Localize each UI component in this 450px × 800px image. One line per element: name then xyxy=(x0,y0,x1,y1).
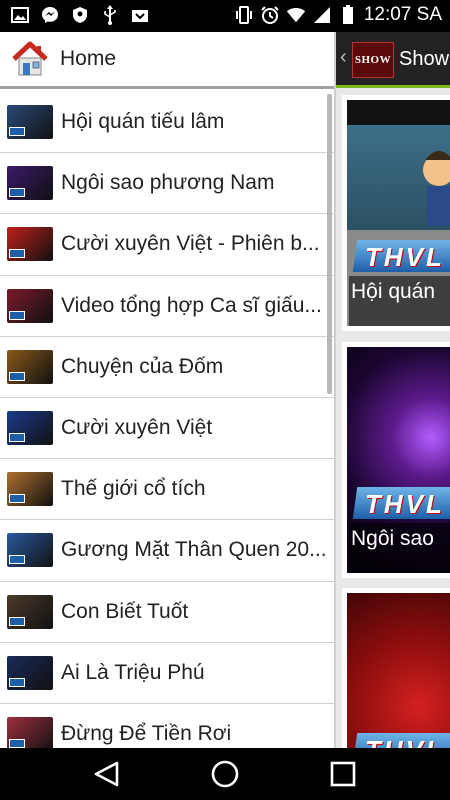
home-icon xyxy=(10,39,50,79)
show-thumbnail xyxy=(7,716,53,748)
drawer-item-home[interactable]: Home xyxy=(0,32,334,89)
drawer-list-item[interactable]: Ngôi sao phương Nam xyxy=(0,153,334,215)
back-triangle-icon xyxy=(94,761,119,787)
recents-button[interactable] xyxy=(327,758,359,790)
download-icon xyxy=(130,5,150,25)
drawer-item-label: Cười xuyên Việt xyxy=(61,416,213,440)
action-bar: ‹ SHOW Show xyxy=(336,32,450,88)
show-thumbnail xyxy=(7,472,53,507)
show-thumbnail xyxy=(7,166,53,201)
drawer-list-item[interactable]: Chuyện của Đốm xyxy=(0,337,334,398)
drawer-item-label: Con Biết Tuốt xyxy=(61,599,189,623)
drawer-list: Hội quán tiếu lâm Ngôi sao phương Nam Cười… xyxy=(0,92,334,748)
show-thumbnail xyxy=(7,594,53,629)
card-thumbnail: THVL Hội quán xyxy=(347,100,450,326)
show-card[interactable]: THVL xyxy=(342,588,450,748)
status-bar: 12:07 SA xyxy=(0,0,450,32)
drawer-list-item[interactable]: Gương Mặt Thân Quen 20... xyxy=(0,520,334,582)
shield-icon xyxy=(70,5,90,25)
thvl-logo: THVL xyxy=(365,242,445,272)
back-chevron-icon[interactable]: ‹ xyxy=(340,46,347,69)
usb-icon xyxy=(100,5,120,25)
drawer-list-item[interactable]: Đừng Để Tiền Rơi xyxy=(0,704,334,748)
navigation-drawer: Home Hội quán tiếu lâm Ngôi sao phương Na… xyxy=(0,32,336,748)
clock: 12:07 SA xyxy=(363,4,442,25)
drawer-item-label: Gương Mặt Thân Quen 20... xyxy=(61,538,327,562)
recents-square-icon xyxy=(330,761,356,787)
show-thumbnail xyxy=(7,227,53,262)
drawer-item-label: Cười xuyên Việt - Phiên b... xyxy=(61,232,320,256)
show-thumbnail xyxy=(7,288,53,323)
thvl-logo: THVL xyxy=(365,489,445,519)
show-thumbnail xyxy=(7,533,53,568)
main-content: ‹ SHOW Show THVL Hội quán THVL Ngôi sao … xyxy=(336,32,450,748)
thvl-logo: THVL xyxy=(365,735,445,748)
home-button[interactable] xyxy=(209,758,241,790)
battery-icon xyxy=(338,5,358,25)
back-button[interactable] xyxy=(91,758,123,790)
drawer-item-label: Đừng Để Tiền Rơi xyxy=(61,721,232,745)
drawer-scrollbar[interactable] xyxy=(327,94,332,394)
messenger-icon xyxy=(40,5,60,25)
drawer-list-item[interactable]: Thế giới cổ tích xyxy=(0,459,334,521)
drawer-list-item[interactable]: Con Biết Tuốt xyxy=(0,582,334,643)
show-thumbnail xyxy=(7,411,53,446)
navigation-bar xyxy=(0,748,450,800)
drawer-list-item[interactable]: Hội quán tiếu lâm xyxy=(0,92,334,154)
show-thumbnail xyxy=(7,655,53,690)
app-logo[interactable]: SHOW xyxy=(352,42,394,78)
show-card[interactable]: THVL Hội quán xyxy=(342,95,450,331)
home-circle-icon xyxy=(211,760,239,788)
vibrate-icon xyxy=(234,5,254,25)
drawer-list-item[interactable]: Cười xuyên Việt - Phiên b... xyxy=(0,214,334,276)
show-thumbnail xyxy=(7,349,53,384)
signal-icon xyxy=(312,5,332,25)
drawer-list-item[interactable]: Video tổng hợp Ca sĩ giấu... xyxy=(0,276,334,337)
drawer-item-label: Hội quán tiếu lâm xyxy=(61,110,225,134)
show-thumbnail xyxy=(7,105,53,140)
drawer-item-label: Ngôi sao phương Nam xyxy=(61,171,275,195)
card-caption: Ngôi sao xyxy=(349,523,450,573)
card-thumbnail: THVL Ngôi sao xyxy=(347,347,450,573)
card-thumbnail: THVL xyxy=(347,593,450,748)
image-icon xyxy=(10,5,30,25)
drawer-item-label: Home xyxy=(60,47,117,70)
drawer-list-item[interactable]: Ai Là Triệu Phú xyxy=(0,643,334,704)
action-bar-title: Show xyxy=(399,48,450,70)
drawer-item-label: Thế giới cổ tích xyxy=(61,477,206,501)
cartoon-figure-icon xyxy=(423,151,450,226)
drawer-list-item[interactable]: Cười xuyên Việt xyxy=(0,398,334,460)
show-card[interactable]: THVL Ngôi sao xyxy=(342,342,450,578)
wifi-icon xyxy=(286,5,306,25)
drawer-item-label: Chuyện của Đốm xyxy=(61,354,224,378)
card-caption: Hội quán xyxy=(349,276,450,326)
alarm-icon xyxy=(260,5,280,25)
drawer-item-label: Ai Là Triệu Phú xyxy=(61,660,205,684)
drawer-item-label: Video tổng hợp Ca sĩ giấu... xyxy=(61,293,322,317)
